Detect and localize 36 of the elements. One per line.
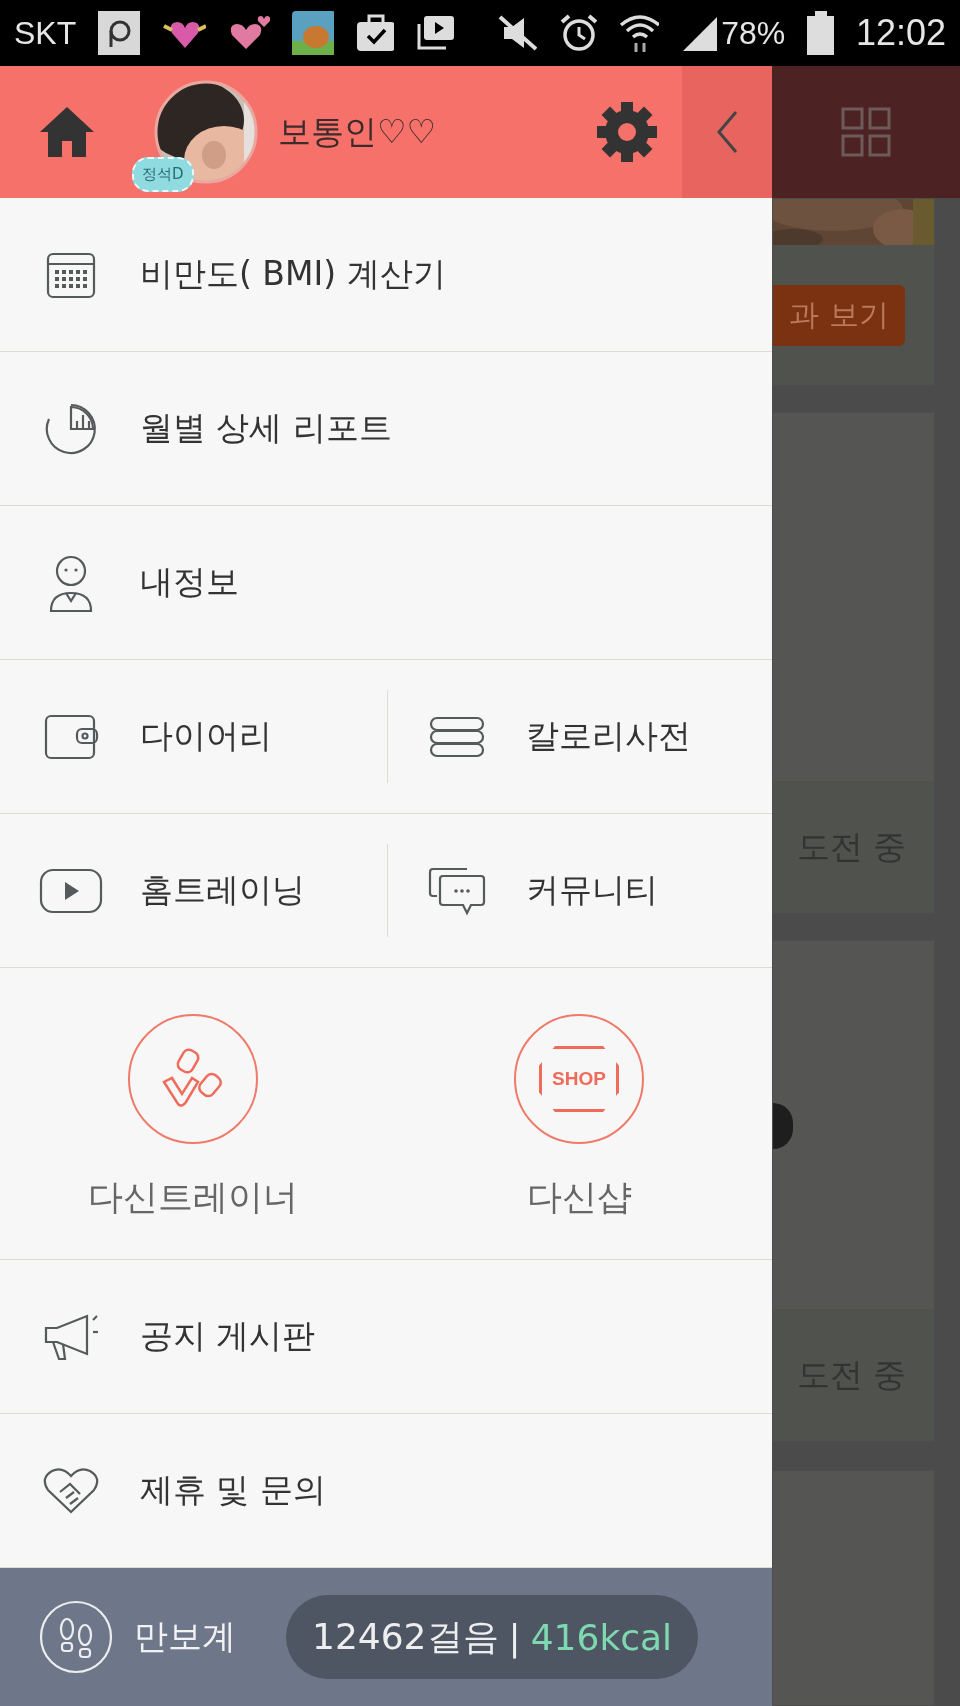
menu-item[interactable]: 내정보 <box>0 506 772 659</box>
dark-shape <box>773 1103 793 1149</box>
briefcase-check-icon <box>356 14 395 52</box>
settings-icon[interactable] <box>596 101 658 163</box>
user-name: 보통인♡♡ <box>278 110 438 153</box>
alarm-clock-icon <box>558 13 597 53</box>
footprints-icon <box>38 1599 114 1675</box>
menu-item[interactable]: 공지 게시판 <box>0 1260 772 1413</box>
menu-item[interactable]: 비만도( BMI) 계산기 <box>0 198 772 351</box>
battery-icon <box>807 11 834 55</box>
level-badge: 정석D <box>132 157 194 192</box>
home-icon[interactable] <box>38 105 96 159</box>
hearts-icon <box>228 15 271 51</box>
app-icon <box>292 11 335 55</box>
handshake-icon <box>42 1465 100 1516</box>
video-stack-icon <box>416 14 455 52</box>
chat-bubbles-icon <box>426 865 487 916</box>
grid-icon <box>841 107 891 157</box>
battery-percent: 78% <box>721 14 786 52</box>
video-play-icon <box>38 866 104 915</box>
mute-icon <box>498 15 537 51</box>
feature-link[interactable]: SHOP 다신샵 <box>386 968 772 1259</box>
menu-item[interactable]: 월별 상세 리포트 <box>0 352 772 505</box>
stack-icon <box>427 714 486 759</box>
step-counter: 12462걸음 | 416kcal <box>286 1595 699 1679</box>
clock: 12:02 <box>855 12 946 54</box>
menu-item[interactable]: 다이어리 <box>0 660 387 813</box>
wallet-icon <box>43 712 99 761</box>
pedometer-label: 만보계 <box>134 1615 236 1658</box>
wifi-icon <box>618 13 659 53</box>
carrier-label: SKT <box>14 14 77 52</box>
shop-tag-icon: SHOP <box>539 1046 619 1112</box>
app-notification-icon <box>98 11 141 55</box>
menu-item[interactable]: 제휴 및 문의 <box>0 1414 772 1567</box>
feature-link[interactable]: 다신트레이너 <box>0 968 386 1259</box>
menu-item[interactable]: 홈트레이닝 <box>0 814 387 967</box>
